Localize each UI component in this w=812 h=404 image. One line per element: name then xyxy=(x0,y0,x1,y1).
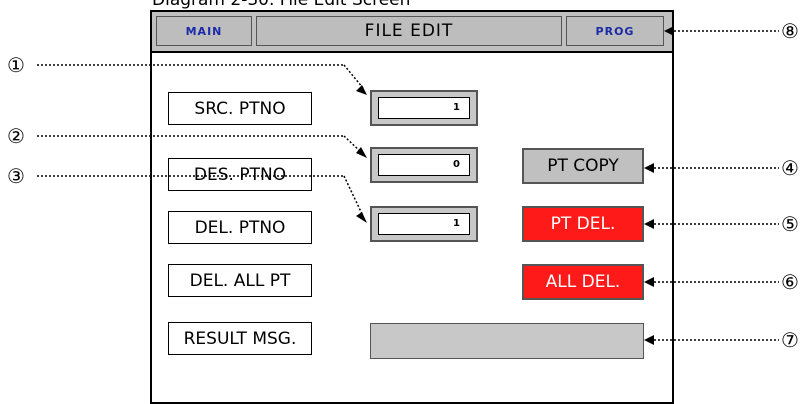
arrowhead-1 xyxy=(356,85,367,95)
callout-5: ⑤ xyxy=(781,212,799,236)
callout-3: ③ xyxy=(7,164,25,188)
callout-6: ⑥ xyxy=(781,270,799,294)
callout-lines xyxy=(37,26,779,345)
callout-line-1-diag xyxy=(343,64,364,89)
arrowhead-5 xyxy=(644,219,654,229)
arrowhead-3 xyxy=(356,212,367,223)
arrowhead-4 xyxy=(644,163,654,173)
callout-8: ⑧ xyxy=(781,19,799,43)
arrowhead-2 xyxy=(356,147,367,158)
arrowhead-6 xyxy=(644,277,654,287)
arrowhead-8 xyxy=(664,26,674,36)
callout-1: ① xyxy=(7,53,25,77)
callout-4: ④ xyxy=(781,156,799,180)
callout-line-3-diag xyxy=(343,175,364,217)
arrowhead-7 xyxy=(644,335,654,345)
callout-7: ⑦ xyxy=(781,328,799,352)
callout-2: ② xyxy=(7,124,25,148)
